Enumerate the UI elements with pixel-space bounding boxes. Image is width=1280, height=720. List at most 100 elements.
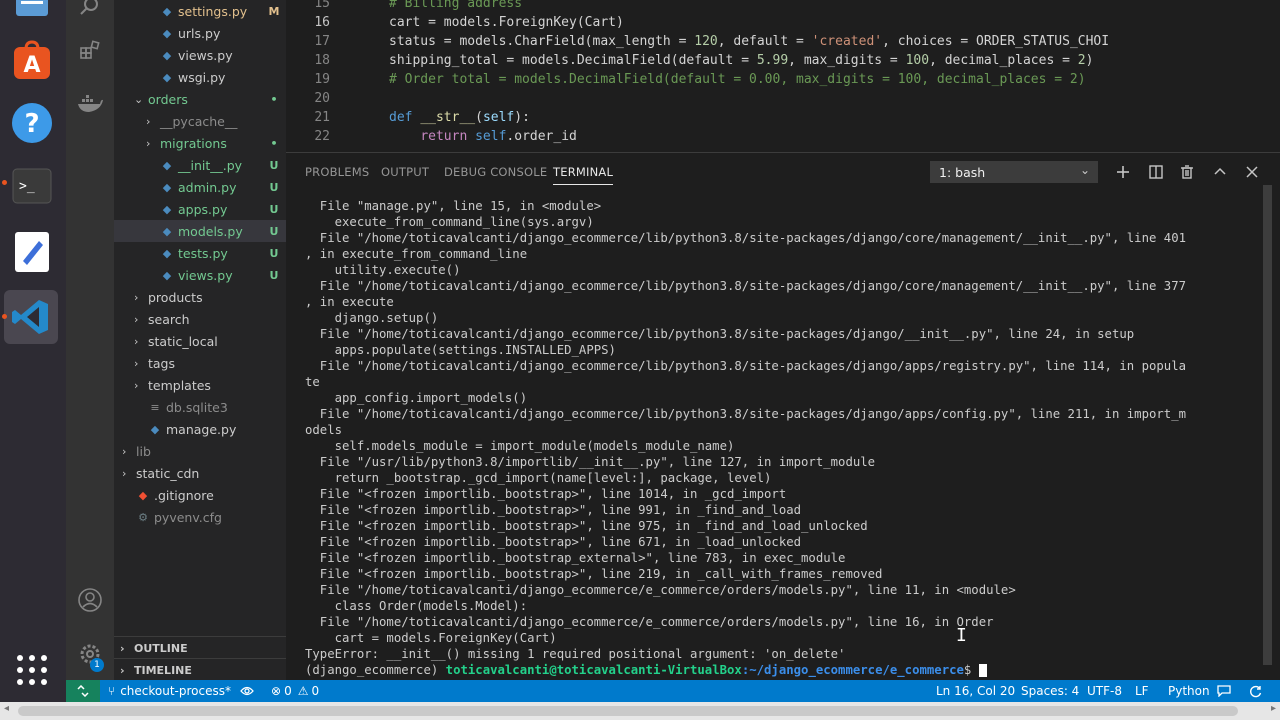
git-status-badge: U (269, 202, 279, 216)
extensions-icon[interactable] (66, 30, 114, 70)
tree-folder[interactable]: › lib (114, 440, 286, 462)
terminal-scrollbar-thumb[interactable] (1263, 185, 1272, 665)
tree-item-label: settings.py (178, 3, 248, 19)
search-icon[interactable] (66, 0, 114, 26)
settings-gear-icon[interactable]: 1 (66, 634, 114, 674)
tree-item-label: static_local (148, 333, 218, 349)
tab-terminal[interactable]: TERMINAL (553, 165, 614, 185)
code-line: 20 (286, 89, 1280, 108)
tree-item-label: urls.py (178, 25, 221, 41)
cursor-position[interactable]: Ln 16, Col 20 (936, 680, 1015, 702)
tree-file[interactable]: ◆ urls.py (114, 22, 286, 44)
prompt-env: (django_ecommerce) (305, 663, 446, 677)
line-number: 15 (314, 0, 330, 11)
terminal-select[interactable]: 1: bash ⌄ (930, 161, 1098, 183)
tree-folder[interactable]: › products (114, 286, 286, 308)
tree-folder[interactable]: › templates (114, 374, 286, 396)
close-panel-icon[interactable] (1243, 163, 1261, 181)
tree-folder[interactable]: › static_local (114, 330, 286, 352)
code-line: 19 # Order total = models.DecimalField(de… (286, 70, 1280, 89)
line-number: 22 (314, 129, 330, 144)
tree-file[interactable]: ◆ wsgi.py (114, 66, 286, 88)
code-editor[interactable]: 15 # Billing address 16 cart = models.Forei… (286, 0, 1280, 152)
indentation[interactable]: Spaces: 4 (1021, 680, 1079, 702)
tree-file[interactable]: ◆ .gitignore (114, 484, 286, 506)
docker-icon[interactable] (66, 84, 114, 124)
scroll-left-arrow-icon[interactable]: ◂ (4, 703, 9, 714)
new-terminal-plus-icon[interactable] (1114, 163, 1132, 181)
timeline-section-header[interactable]: › TIMELINE (114, 658, 286, 680)
code-text: return self.order_id (330, 129, 577, 144)
tree-file[interactable]: ◆ apps.py U (114, 198, 286, 220)
code-token: 100 (905, 53, 930, 68)
show-applications-icon[interactable] (8, 646, 56, 694)
tree-file[interactable]: ⚙ pyvenv.cfg (114, 506, 286, 528)
language-mode[interactable]: Python (1168, 680, 1210, 702)
tree-folder[interactable]: › tags (114, 352, 286, 374)
python-file-icon: ◆ (162, 48, 172, 62)
tree-item-label: lib (136, 443, 151, 459)
tree-item-label: tests.py (178, 245, 228, 261)
tree-item-label: views.py (178, 267, 233, 283)
code-line: 18 shipping_total = models.DecimalField(d… (286, 51, 1280, 70)
tree-file[interactable]: ◆ manage.py (114, 418, 286, 440)
tree-file[interactable]: ◆ __init__.py U (114, 154, 286, 176)
terminal-cursor (978, 664, 987, 677)
code-token: 2 (1077, 53, 1086, 68)
tree-file[interactable]: ◆ models.py U (114, 220, 286, 242)
prompt-symbol: $ (963, 663, 979, 677)
feedback-icon[interactable] (1217, 680, 1231, 702)
code-token: 120 (694, 34, 718, 49)
tree-item-label: migrations (160, 135, 227, 151)
tree-file[interactable]: ◆ views.py (114, 44, 286, 66)
help-icon[interactable]: ? (8, 99, 56, 147)
encoding[interactable]: UTF-8 (1087, 680, 1122, 702)
vscode-app-icon[interactable] (4, 290, 58, 344)
account-icon[interactable] (66, 580, 114, 620)
terminal-scrollbar[interactable] (1260, 185, 1274, 675)
tree-folder[interactable]: › static_cdn (114, 462, 286, 484)
tree-folder[interactable]: ⌄ orders • (114, 88, 286, 110)
problems-indicator[interactable]: ⊗ 0 ⚠ 0 (271, 680, 319, 702)
window-horizontal-scrollbar[interactable]: ◂ ▸ (0, 702, 1280, 720)
tree-file[interactable]: ◆ tests.py U (114, 242, 286, 264)
terminal-app-icon[interactable]: >_ (8, 162, 56, 210)
files-app-icon[interactable] (8, 0, 56, 26)
code-text: # Order total = models.DecimalField(defa… (330, 72, 1086, 87)
git-branch[interactable]: ⑂ checkout-process* (108, 680, 231, 702)
tab-debug-console[interactable]: DEBUG CONSOLE (444, 165, 547, 179)
tree-item-label: apps.py (178, 201, 228, 217)
tree-file[interactable]: ≡ db.sqlite3 (114, 396, 286, 418)
status-bar: ⑂ checkout-process* ⊗ 0 ⚠ 0 Ln 16, Col 2… (66, 680, 1280, 702)
terminal-line: execute_from_command_line(sys.argv) (305, 215, 594, 229)
timeline-label: TIMELINE (134, 663, 192, 677)
software-center-icon[interactable]: A (8, 36, 56, 84)
tree-folder[interactable]: › migrations • (114, 132, 286, 154)
split-terminal-icon[interactable] (1147, 163, 1165, 181)
end-of-line[interactable]: LF (1135, 680, 1149, 702)
terminal-line: File "/home/toticavalcanti/django_ecomme… (305, 327, 1135, 341)
trash-icon[interactable] (1178, 163, 1196, 181)
tree-folder[interactable]: › search (114, 308, 286, 330)
git-branch-label: checkout-process* (120, 684, 232, 698)
tab-problems[interactable]: PROBLEMS (305, 165, 369, 179)
live-share-icon[interactable] (240, 680, 254, 702)
sync-icon[interactable] (1249, 680, 1262, 702)
remote-indicator-icon[interactable] (66, 680, 100, 702)
scrollbar-thumb[interactable] (18, 706, 1238, 716)
maximize-panel-chevron-up-icon[interactable] (1211, 163, 1229, 181)
tree-file[interactable]: ◆ admin.py U (114, 176, 286, 198)
tree-file[interactable]: ◆ views.py U (114, 264, 286, 286)
tree-folder[interactable]: › __pycache__ (114, 110, 286, 132)
scroll-right-arrow-icon[interactable]: ▸ (1271, 703, 1276, 714)
terminal-output[interactable]: File "manage.py", line 15, in <module> e… (305, 198, 1265, 678)
error-count: 0 (284, 684, 292, 698)
outline-section-header[interactable]: › OUTLINE (114, 636, 286, 659)
tab-output[interactable]: OUTPUT (381, 165, 429, 179)
code-token: ): (514, 110, 530, 125)
code-token: status = models.CharField(max_length = (389, 34, 695, 49)
text-editor-icon[interactable] (8, 228, 56, 276)
git-status-badge: • (270, 92, 278, 106)
tree-file[interactable]: ◆ settings.py M (114, 0, 286, 22)
